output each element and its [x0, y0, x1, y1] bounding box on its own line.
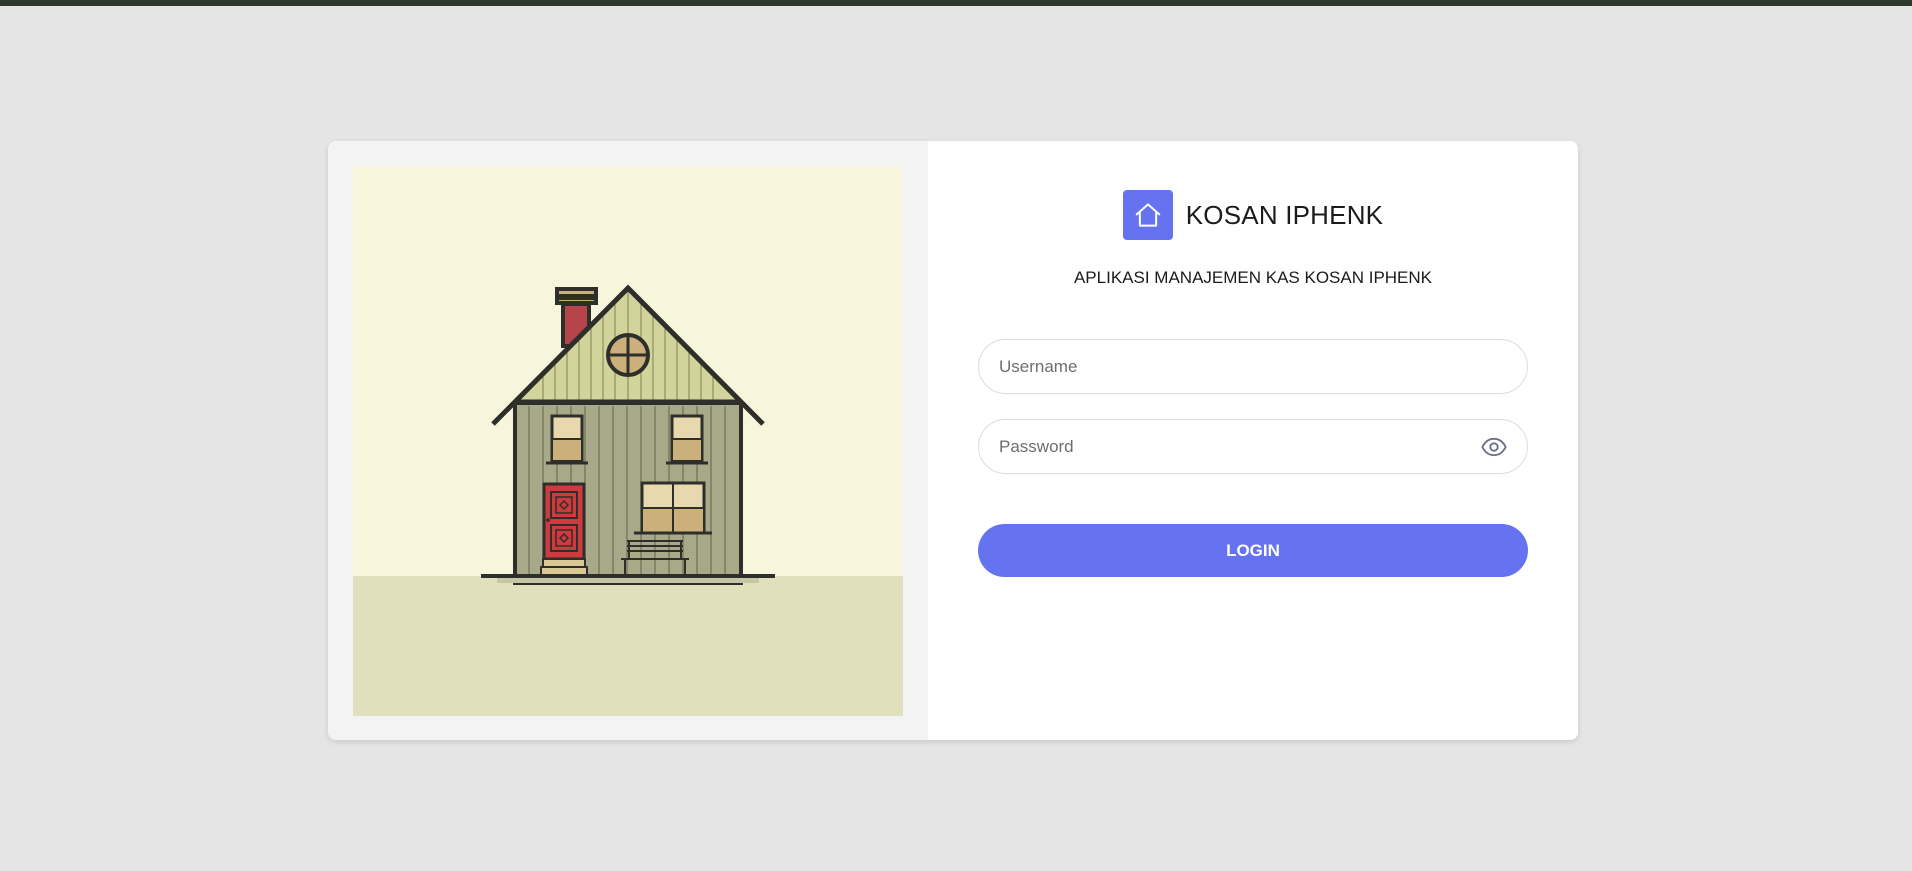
eye-icon: [1481, 437, 1507, 457]
password-field: [978, 419, 1528, 474]
password-input[interactable]: [999, 420, 1469, 473]
illustration-panel: [328, 141, 928, 740]
login-button[interactable]: LOGIN: [978, 524, 1528, 577]
show-password-toggle[interactable]: [1479, 432, 1509, 462]
login-form-panel: KOSAN IPHENK APLIKASI MANAJEMEN KAS KOSA…: [928, 141, 1578, 740]
brand-logo: [1122, 190, 1173, 240]
brand-name: KOSAN IPHENK: [1185, 199, 1384, 230]
username-field: [978, 339, 1528, 394]
house-illustration: [353, 166, 903, 716]
page-subtitle: APLIKASI MANAJEMEN KAS KOSAN IPHENK: [1073, 268, 1433, 287]
login-card: KOSAN IPHENK APLIKASI MANAJEMEN KAS KOSA…: [328, 141, 1578, 740]
brand: KOSAN IPHENK: [928, 190, 1578, 240]
top-accent-bar: [0, 0, 1912, 6]
home-icon: [1135, 203, 1161, 227]
username-input[interactable]: [999, 340, 1469, 393]
